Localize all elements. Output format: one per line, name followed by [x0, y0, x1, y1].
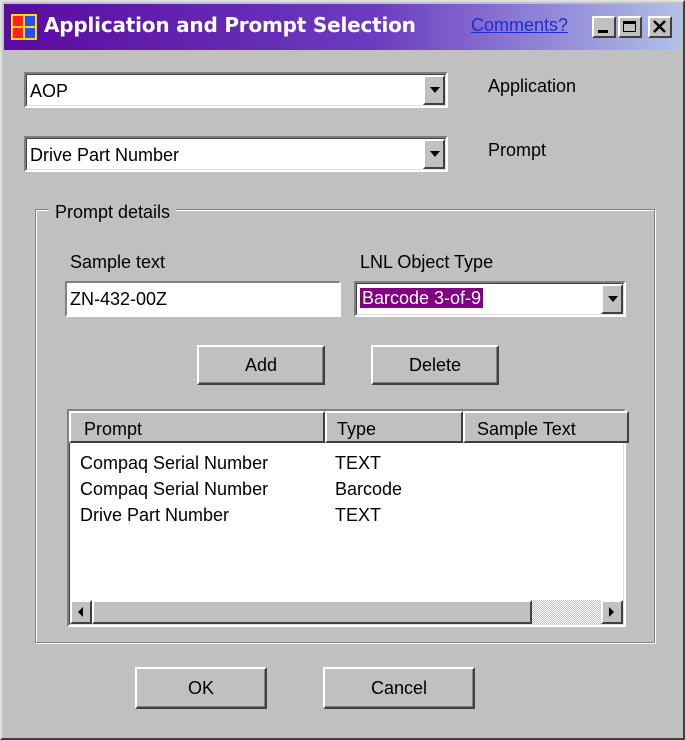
sample-text-value: ZN-432-00Z	[70, 289, 168, 309]
scroll-right-icon	[609, 607, 614, 617]
application-value: AOP	[30, 81, 69, 101]
list-item-type: Barcode	[335, 479, 403, 499]
scroll-left-button[interactable]	[70, 600, 92, 624]
minimize-icon	[598, 30, 608, 33]
maximize-icon	[623, 21, 636, 32]
add-button[interactable]: Add	[197, 345, 325, 385]
prompt-list[interactable]: Prompt Type Sample Text Compaq Serial Nu…	[67, 409, 629, 627]
list-item[interactable]: Compaq Serial Number TEXT	[69, 453, 624, 479]
prompt-label: Prompt	[488, 140, 547, 160]
prompt-details-legend: Prompt details	[49, 202, 177, 223]
scrollbar-track[interactable]	[532, 600, 601, 624]
dropdown-arrow-icon	[430, 87, 440, 93]
prompt-combo[interactable]: Drive Part Number	[24, 136, 448, 172]
list-header: Prompt Type Sample Text	[69, 411, 629, 443]
scroll-right-button[interactable]	[601, 600, 623, 624]
prompt-dropdown-button[interactable]	[423, 139, 445, 169]
horizontal-scrollbar[interactable]	[70, 600, 623, 624]
scroll-left-icon	[78, 607, 83, 617]
comments-link[interactable]: Comments?	[471, 15, 568, 36]
column-header-sample-text[interactable]: Sample Text	[463, 411, 629, 443]
sample-text-label: Sample text	[70, 252, 166, 272]
maximize-button[interactable]	[618, 16, 642, 38]
object-type-combo[interactable]: Barcode 3-of-9	[354, 281, 626, 317]
application-combo[interactable]: AOP	[24, 72, 448, 108]
cancel-button[interactable]: Cancel	[323, 667, 475, 709]
scrollbar-thumb[interactable]	[92, 600, 532, 624]
app-icon	[11, 14, 37, 40]
list-item-type: TEXT	[335, 505, 382, 525]
close-icon	[653, 20, 666, 33]
window-title: Application and Prompt Selection	[44, 13, 416, 37]
column-header-type[interactable]: Type	[325, 411, 463, 443]
close-button[interactable]	[648, 16, 672, 38]
object-type-value: Barcode 3-of-9	[360, 288, 484, 308]
object-type-dropdown-button[interactable]	[601, 284, 623, 314]
title-bar[interactable]: Application and Prompt Selection Comment…	[4, 4, 681, 50]
object-type-label: LNL Object Type	[360, 252, 494, 272]
list-item-prompt: Drive Part Number	[80, 505, 230, 525]
application-label: Application	[488, 76, 577, 96]
list-item-type: TEXT	[335, 453, 382, 473]
delete-button[interactable]: Delete	[371, 345, 499, 385]
dialog-window: Application and Prompt Selection Comment…	[0, 0, 685, 740]
ok-button[interactable]: OK	[135, 667, 267, 709]
dropdown-arrow-icon	[608, 296, 618, 302]
application-dropdown-button[interactable]	[423, 75, 445, 105]
list-item-prompt: Compaq Serial Number	[80, 479, 269, 499]
column-header-prompt[interactable]: Prompt	[69, 411, 325, 443]
list-item[interactable]: Drive Part Number TEXT	[69, 505, 624, 531]
prompt-value: Drive Part Number	[30, 145, 180, 165]
list-item[interactable]: Compaq Serial Number Barcode	[69, 479, 624, 505]
list-item-prompt: Compaq Serial Number	[80, 453, 269, 473]
dropdown-arrow-icon	[430, 151, 440, 157]
sample-text-input[interactable]: ZN-432-00Z	[65, 281, 341, 317]
minimize-button[interactable]	[592, 16, 616, 38]
